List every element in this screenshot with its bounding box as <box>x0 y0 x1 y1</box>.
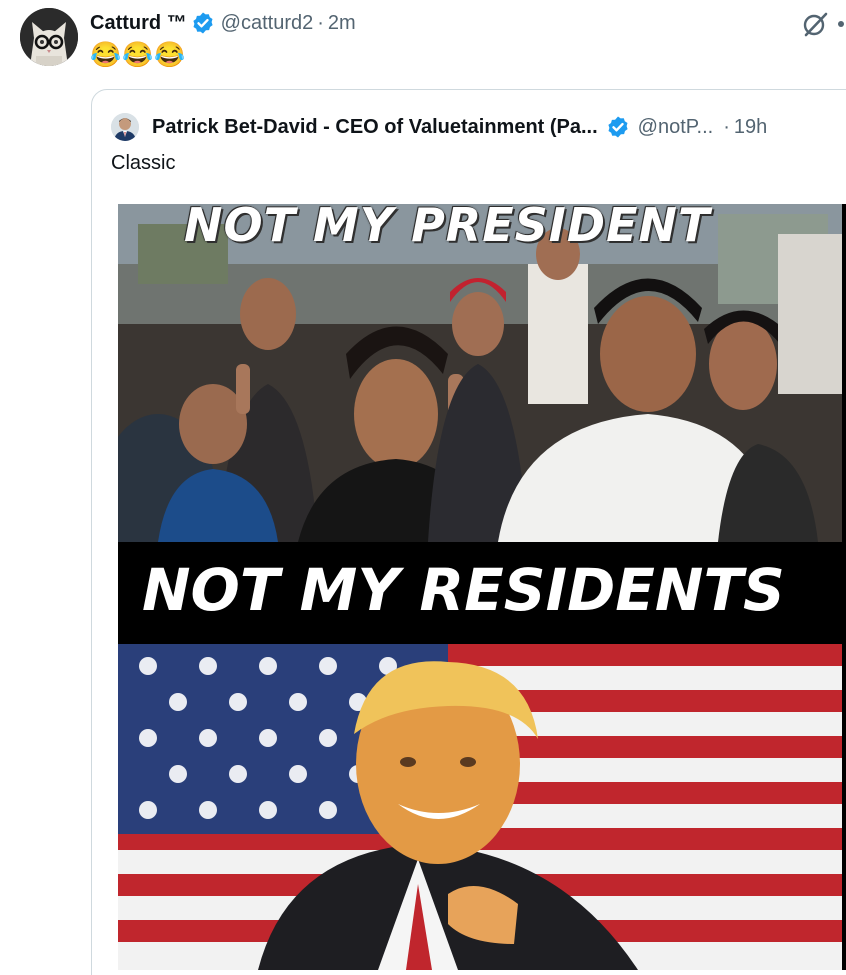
quote-header-separator: · <box>723 115 730 138</box>
tweet-text: 😂😂😂 <box>90 41 187 69</box>
author-avatar[interactable] <box>20 8 78 66</box>
quoted-tweet-card[interactable]: Patrick Bet-David - CEO of Valuetainment… <box>91 89 846 975</box>
person-avatar-icon <box>111 113 139 141</box>
tweet[interactable]: Catturd ™ @catturd2 · 2m 😂😂😂 Patrick Bet… <box>0 0 846 975</box>
cat-with-glasses-avatar-icon <box>20 8 78 66</box>
meme-top-photo: NOT MY PRESIDENT <box>118 204 842 542</box>
verified-badge-icon <box>193 12 213 34</box>
meme-bottom-photo <box>118 644 842 970</box>
quote-header: Patrick Bet-David - CEO of Valuetainment… <box>111 112 767 142</box>
quote-timestamp[interactable]: 19h <box>734 116 767 139</box>
grok-icon[interactable] <box>801 10 829 38</box>
more-icon[interactable] <box>838 21 844 27</box>
quote-media-image[interactable]: NOT MY PRESIDENT NOT MY RESIDENTS <box>118 204 846 970</box>
author-display-name[interactable]: Catturd ™ <box>90 12 187 35</box>
crowd-photo-illustration <box>118 204 842 542</box>
quote-author-display-name[interactable]: Patrick Bet-David - CEO of Valuetainment… <box>152 116 598 139</box>
quote-author-avatar[interactable] <box>111 113 139 141</box>
quote-author-handle[interactable]: @notP... <box>638 116 714 139</box>
tweet-header: Catturd ™ @catturd2 · 2m <box>90 10 356 36</box>
author-handle[interactable]: @catturd2 <box>221 12 314 35</box>
meme-caption-top: NOT MY PRESIDENT <box>184 204 711 252</box>
meme-caption-bottom: NOT MY RESIDENTS <box>142 556 785 624</box>
verified-badge-icon <box>608 116 628 138</box>
flag-portrait-illustration <box>118 644 842 970</box>
tweet-timestamp[interactable]: 2m <box>328 12 356 35</box>
quote-text: Classic <box>111 152 176 174</box>
header-separator: · <box>317 11 324 34</box>
